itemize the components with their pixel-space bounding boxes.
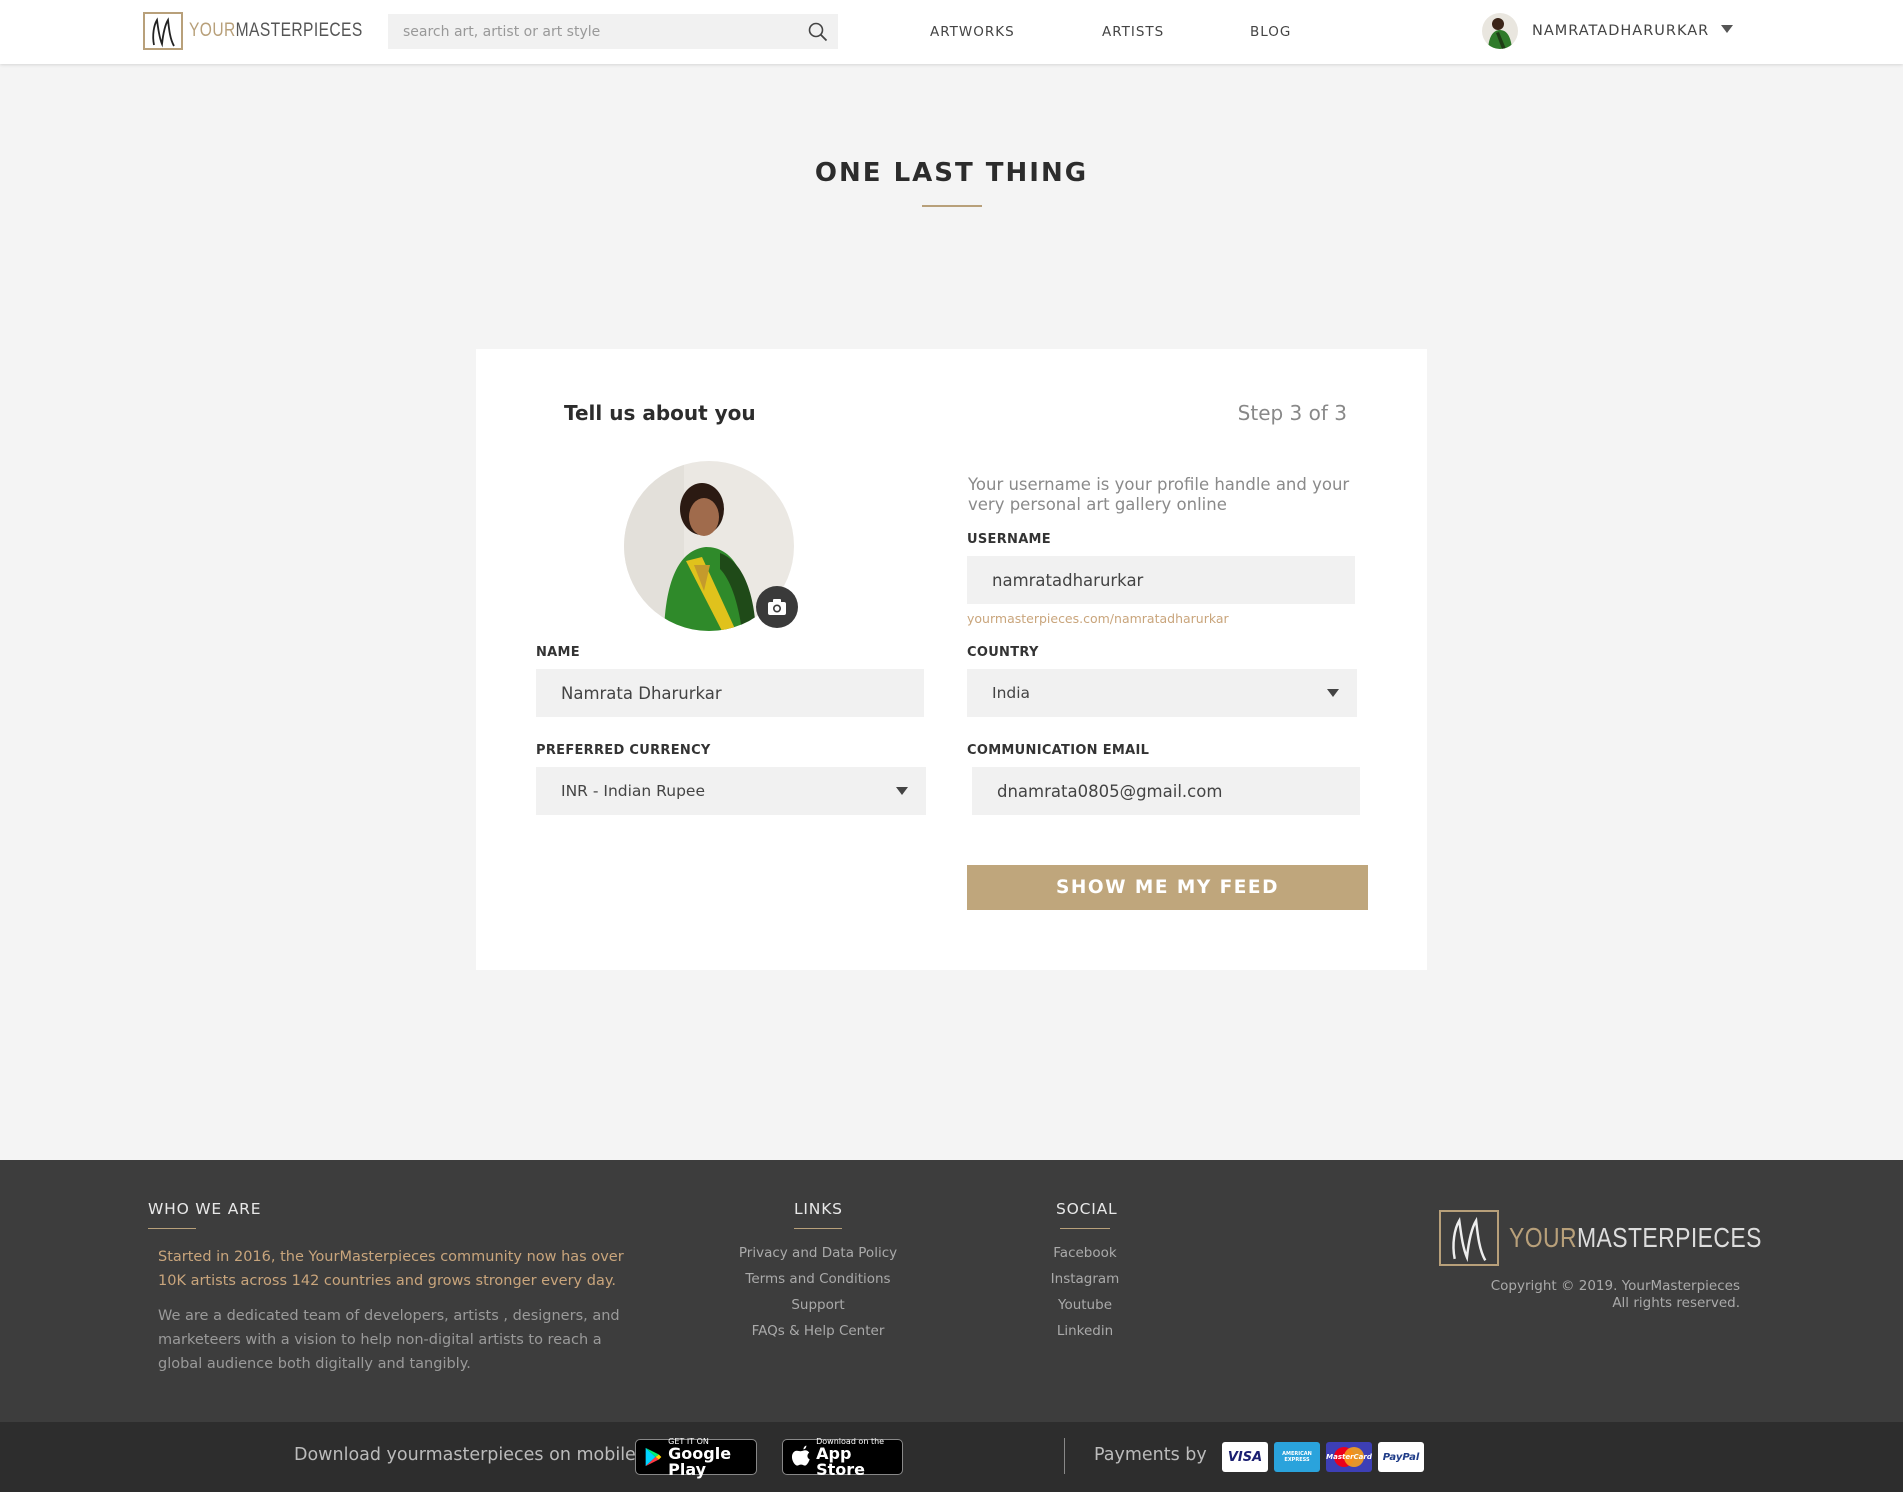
footer-logo[interactable]: YOURMASTERPIECES: [1439, 1210, 1817, 1266]
footer-link-terms[interactable]: Terms and Conditions: [718, 1266, 918, 1292]
card-heading: Tell us about you: [564, 401, 756, 425]
copyright-line-2: All rights reserved.: [1612, 1295, 1740, 1311]
name-input[interactable]: Namrata Dharurkar: [536, 669, 924, 717]
currency-label: PREFERRED CURRENCY: [536, 743, 711, 758]
footer: WHO WE ARE Started in 2016, the YourMast…: [0, 1160, 1903, 1422]
dropdown-arrow-icon: [896, 787, 908, 795]
camera-icon[interactable]: [756, 586, 798, 628]
who-we-are-text-2: We are a dedicated team of developers, a…: [158, 1308, 620, 1372]
page-title: ONE LAST THING: [814, 158, 1089, 188]
payments-text: Payments by: [1094, 1445, 1207, 1465]
amex-label: AMERICAN EXPRESS: [1282, 1451, 1312, 1463]
social-heading: SOCIAL: [1056, 1200, 1118, 1218]
social-link-linkedin[interactable]: Linkedin: [1035, 1318, 1135, 1344]
username-hint: Your username is your profile handle and…: [968, 475, 1350, 514]
country-value: India: [992, 684, 1031, 702]
links-heading: LINKS: [794, 1200, 843, 1218]
visa-icon: VISA: [1222, 1442, 1268, 1472]
who-we-are-text-1: Started in 2016, the YourMasterpieces co…: [158, 1249, 624, 1289]
footer-social: Facebook Instagram Youtube Linkedin: [1035, 1240, 1135, 1344]
footer-link-privacy[interactable]: Privacy and Data Policy: [718, 1240, 918, 1266]
site-logo[interactable]: YOURMASTERPIECES: [143, 12, 401, 50]
download-text: Download yourmasterpieces on mobile: [294, 1445, 636, 1465]
show-feed-button[interactable]: SHOW ME MY FEED: [967, 865, 1368, 910]
social-link-facebook[interactable]: Facebook: [1035, 1240, 1135, 1266]
name-value: Namrata Dharurkar: [561, 683, 722, 703]
logo-mark-icon: [1439, 1210, 1499, 1266]
user-menu[interactable]: NAMRATADHARURKAR: [1482, 13, 1734, 49]
logo-your: YOUR: [189, 20, 236, 41]
country-label: COUNTRY: [967, 645, 1039, 660]
logo-mark-icon: [143, 12, 183, 50]
nav-artists[interactable]: ARTISTS: [1102, 24, 1164, 40]
footer-logo-your: YOUR: [1509, 1222, 1577, 1253]
nav-blog[interactable]: BLOG: [1250, 24, 1291, 40]
apple-big-text: App Store: [816, 1443, 866, 1479]
username-label[interactable]: NAMRATADHARURKAR: [1532, 23, 1709, 39]
links-rule: [794, 1228, 842, 1229]
google-big-text: Google Play: [668, 1443, 732, 1479]
app-store-button[interactable]: Download on the App Store: [782, 1437, 903, 1479]
profile-photo[interactable]: [624, 461, 798, 631]
social-link-instagram[interactable]: Instagram: [1035, 1266, 1135, 1292]
copyright-line-1: Copyright © 2019. YourMasterpieces: [1490, 1278, 1740, 1294]
chevron-down-icon[interactable]: [1721, 25, 1734, 33]
who-rule: [148, 1228, 196, 1229]
visa-label: VISA: [1227, 1449, 1263, 1465]
footer-logo-masterpieces: MASTERPIECES: [1576, 1222, 1762, 1253]
step-indicator: Step 3 of 3: [1237, 401, 1347, 425]
avatar[interactable]: [1482, 13, 1518, 49]
currency-select[interactable]: INR - Indian Rupee: [536, 767, 926, 815]
apple-icon: [791, 1445, 810, 1466]
social-link-youtube[interactable]: Youtube: [1035, 1292, 1135, 1318]
footer-links: Privacy and Data Policy Terms and Condit…: [718, 1240, 918, 1344]
search-bar: [388, 14, 838, 49]
bottom-divider: [1064, 1438, 1065, 1474]
profile-form-card: Tell us about you Step 3 of 3 Your usern…: [476, 349, 1427, 970]
paypal-label: PayPal: [1382, 1451, 1420, 1463]
top-header: YOURMASTERPIECES ARTWORKS ARTISTS BLOG N…: [0, 0, 1903, 64]
email-input[interactable]: dnamrata0805@gmail.com: [972, 767, 1360, 815]
search-icon[interactable]: [798, 22, 838, 42]
title-underline: [922, 205, 982, 207]
username-label: USERNAME: [967, 532, 1051, 547]
search-input[interactable]: [388, 14, 798, 49]
dropdown-arrow-icon: [1327, 689, 1339, 697]
paypal-icon: PayPal: [1378, 1442, 1424, 1472]
copyright: Copyright © 2019. YourMasterpieces All r…: [1491, 1278, 1740, 1312]
bottom-bar: Download yourmasterpieces on mobile GET …: [0, 1422, 1903, 1492]
mastercard-label: MasterCard: [1326, 1453, 1372, 1461]
logo-masterpieces: MASTERPIECES: [235, 20, 363, 41]
username-value: namratadharurkar: [992, 570, 1144, 590]
google-play-icon: [645, 1447, 662, 1467]
email-value: dnamrata0805@gmail.com: [997, 781, 1223, 801]
currency-value: INR - Indian Rupee: [561, 782, 705, 800]
mastercard-icon: MasterCard: [1326, 1442, 1372, 1472]
footer-link-support[interactable]: Support: [718, 1292, 918, 1318]
username-input[interactable]: namratadharurkar: [967, 556, 1355, 604]
nav-artworks[interactable]: ARTWORKS: [930, 24, 1015, 40]
social-rule: [1060, 1228, 1110, 1229]
email-label: COMMUNICATION EMAIL: [967, 743, 1150, 758]
footer-link-faqs[interactable]: FAQs & Help Center: [718, 1318, 918, 1344]
google-play-button[interactable]: GET IT ON Google Play: [635, 1437, 757, 1479]
name-label: NAME: [536, 645, 580, 660]
profile-url-hint: yourmasterpieces.com/namratadharurkar: [967, 611, 1229, 626]
country-select[interactable]: India: [967, 669, 1357, 717]
who-we-are-heading: WHO WE ARE: [148, 1200, 262, 1218]
amex-icon: AMERICAN EXPRESS: [1274, 1442, 1320, 1472]
